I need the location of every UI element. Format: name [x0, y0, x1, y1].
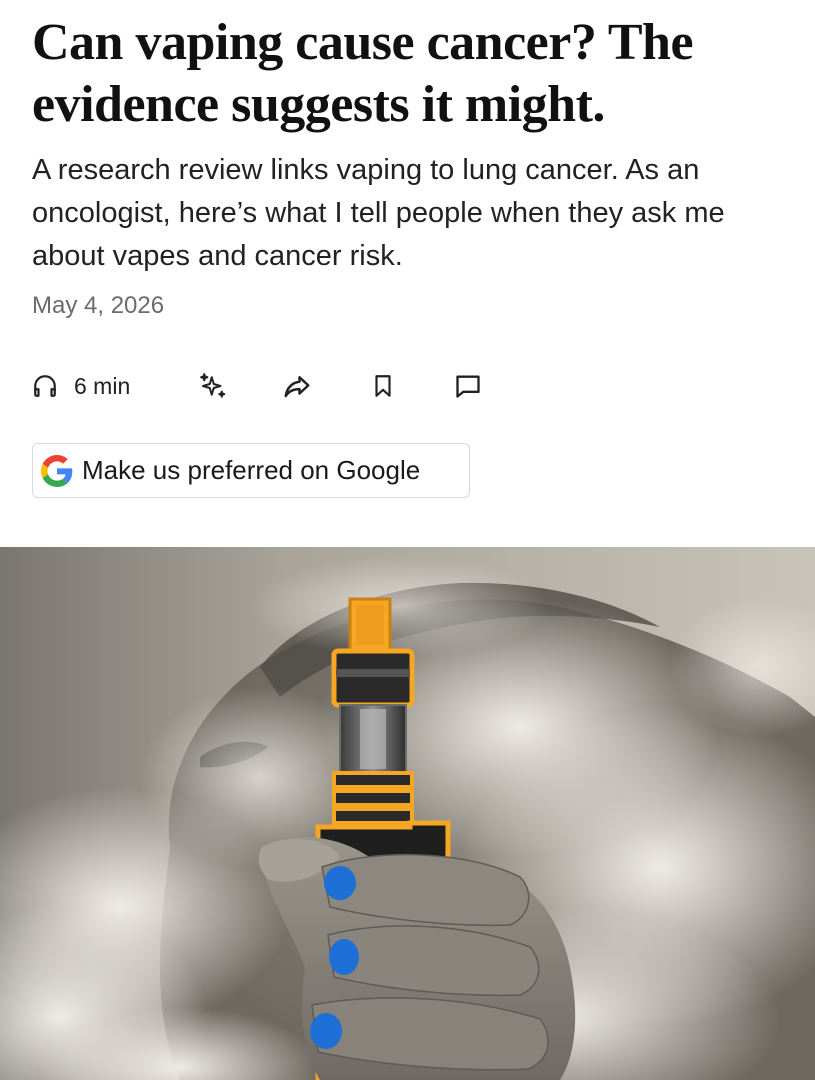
article-headline: Can vaping cause cancer? The evidence su… — [32, 14, 694, 133]
headphones-icon — [32, 373, 58, 399]
hero-image — [0, 547, 815, 1080]
comment-icon — [454, 372, 482, 400]
google-preferred-button[interactable]: Make us preferred on Google — [32, 443, 470, 498]
bookmark-icon — [370, 372, 396, 400]
publish-date: May 4, 2026 — [32, 292, 165, 319]
article-action-bar: 6 min — [32, 366, 512, 406]
listen-duration: 6 min — [74, 372, 131, 399]
article-dek: A research review links vaping to lung c… — [32, 154, 725, 272]
share-arrow-icon — [282, 371, 312, 401]
comments-button[interactable] — [454, 366, 482, 406]
google-preferred-label: Make us preferred on Google — [82, 455, 421, 485]
ai-summary-button[interactable] — [198, 366, 228, 406]
google-g-logo-icon — [41, 454, 73, 487]
listen-button[interactable]: 6 min — [32, 366, 130, 406]
share-button[interactable] — [282, 366, 312, 406]
save-button[interactable] — [370, 366, 396, 406]
sparkles-icon — [198, 371, 228, 401]
